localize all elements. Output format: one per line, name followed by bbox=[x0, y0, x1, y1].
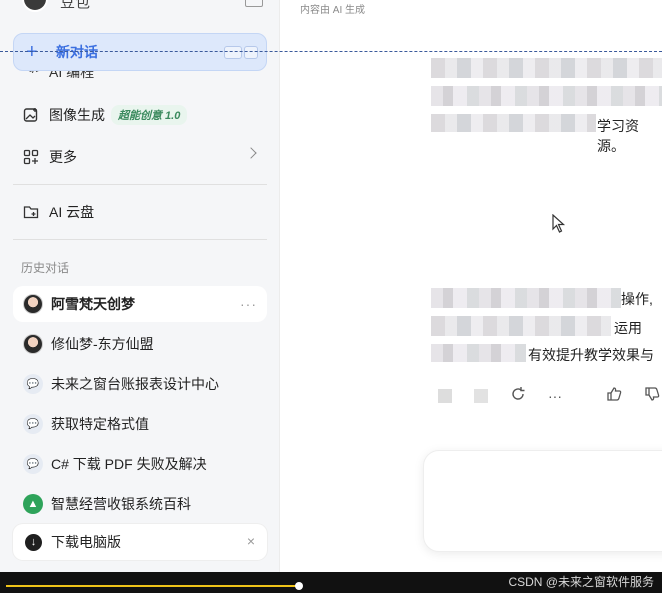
sidebar-item-ai-drive[interactable]: AI 云盘 bbox=[13, 194, 267, 230]
mouse-cursor-icon bbox=[552, 214, 566, 233]
history-item-label: 智慧经营收银系统百科 bbox=[51, 496, 191, 512]
more-icon[interactable]: ··· bbox=[548, 388, 562, 404]
download-icon: ↓ bbox=[25, 533, 42, 551]
message-fragment: 操作, bbox=[621, 291, 653, 307]
thumbs-down-icon[interactable] bbox=[644, 386, 660, 405]
new-chat-button[interactable]: + 新对话 bbox=[13, 33, 267, 71]
chat-bubble-icon: 💬 bbox=[23, 454, 43, 474]
history-item[interactable]: 💬 未来之窗台账报表设计中心 bbox=[13, 366, 267, 402]
chat-input-card[interactable] bbox=[423, 450, 662, 552]
divider bbox=[13, 184, 267, 185]
user-name: 豆包 bbox=[60, 0, 91, 11]
message-fragment: 运用 bbox=[614, 320, 642, 336]
regenerate-icon[interactable] bbox=[510, 386, 526, 405]
plus-icon: + bbox=[26, 41, 38, 63]
download-label: 下载电脑版 bbox=[51, 534, 121, 550]
cloud-drive-icon bbox=[23, 204, 39, 220]
selection-guide-line bbox=[0, 51, 662, 52]
history-section-title: 历史对话 bbox=[21, 261, 70, 275]
chevron-right-icon bbox=[245, 147, 257, 159]
history-item-label: 获取特定格式值 bbox=[51, 416, 149, 432]
history-item[interactable]: 💬 获取特定格式值 bbox=[13, 406, 267, 442]
sidebar-item-more[interactable]: 更多 bbox=[13, 139, 267, 175]
apps-icon bbox=[23, 149, 39, 165]
chat-bubble-icon: 💬 bbox=[23, 414, 43, 434]
redacted-text bbox=[431, 344, 526, 362]
history-item[interactable]: ▲ 智慧经营收银系统百科 bbox=[13, 486, 267, 522]
sidebar-item-label: AI 云盘 bbox=[49, 204, 95, 220]
user-avatar[interactable] bbox=[22, 0, 48, 12]
message-fragment: 学习资源。 bbox=[597, 118, 639, 154]
history-item-label: 未来之窗台账报表设计中心 bbox=[51, 376, 219, 392]
redacted-text bbox=[431, 114, 596, 132]
image-icon bbox=[23, 107, 39, 123]
history-item-label: C# 下载 PDF 失败及解决 bbox=[51, 456, 207, 472]
history-item-label: 阿雪梵天创梦 bbox=[51, 296, 135, 312]
close-icon[interactable]: × bbox=[247, 533, 255, 549]
chat-bubble-icon: 💬 bbox=[23, 374, 43, 394]
message-fragment: 有效提升教学效果与 bbox=[528, 347, 654, 363]
avatar bbox=[23, 294, 43, 314]
shortcut-hint bbox=[224, 46, 258, 59]
share-icon[interactable] bbox=[474, 388, 488, 403]
avatar bbox=[23, 334, 43, 354]
sidebar-item-image-gen[interactable]: 图像生成 超能创意 1.0 bbox=[13, 97, 267, 133]
sidebar-toggle-icon[interactable] bbox=[245, 0, 263, 7]
redacted-text bbox=[431, 316, 611, 336]
thumbs-up-icon[interactable] bbox=[606, 386, 622, 405]
more-options-icon[interactable]: ··· bbox=[240, 296, 257, 312]
store-icon: ▲ bbox=[23, 494, 43, 514]
feature-badge: 超能创意 1.0 bbox=[111, 105, 188, 125]
download-desktop-banner[interactable]: ↓ 下载电脑版 × bbox=[13, 524, 267, 560]
sidebar-item-label: 更多 bbox=[49, 149, 77, 165]
history-item-label: 修仙梦-东方仙盟 bbox=[51, 336, 154, 352]
divider bbox=[13, 239, 267, 240]
redacted-text bbox=[431, 288, 621, 308]
playback-progress[interactable] bbox=[6, 585, 299, 587]
new-chat-label: 新对话 bbox=[56, 44, 98, 60]
sidebar-item-label: 图像生成 bbox=[49, 107, 105, 123]
video-player-bar: CSDN @未来之窗软件服务 bbox=[0, 572, 662, 593]
copy-icon[interactable] bbox=[438, 388, 452, 403]
sidebar-header: 豆包 bbox=[0, 0, 280, 16]
sidebar: 豆包 </> AI 编程 + 新对话 图像生成 超能创意 1.0 更多 AI 云… bbox=[0, 0, 280, 572]
watermark: CSDN @未来之窗软件服务 bbox=[508, 575, 654, 589]
history-item[interactable]: 修仙梦-东方仙盟 bbox=[13, 326, 267, 362]
ai-generated-note: 内容由 AI 生成 bbox=[300, 5, 366, 16]
playback-handle[interactable] bbox=[295, 582, 303, 590]
redacted-text bbox=[431, 86, 662, 106]
history-item[interactable]: 💬 C# 下载 PDF 失败及解决 bbox=[13, 446, 267, 482]
message-actions: ··· bbox=[438, 386, 660, 405]
history-item[interactable]: 阿雪梵天创梦 ··· bbox=[13, 286, 267, 322]
redacted-text bbox=[431, 58, 662, 78]
